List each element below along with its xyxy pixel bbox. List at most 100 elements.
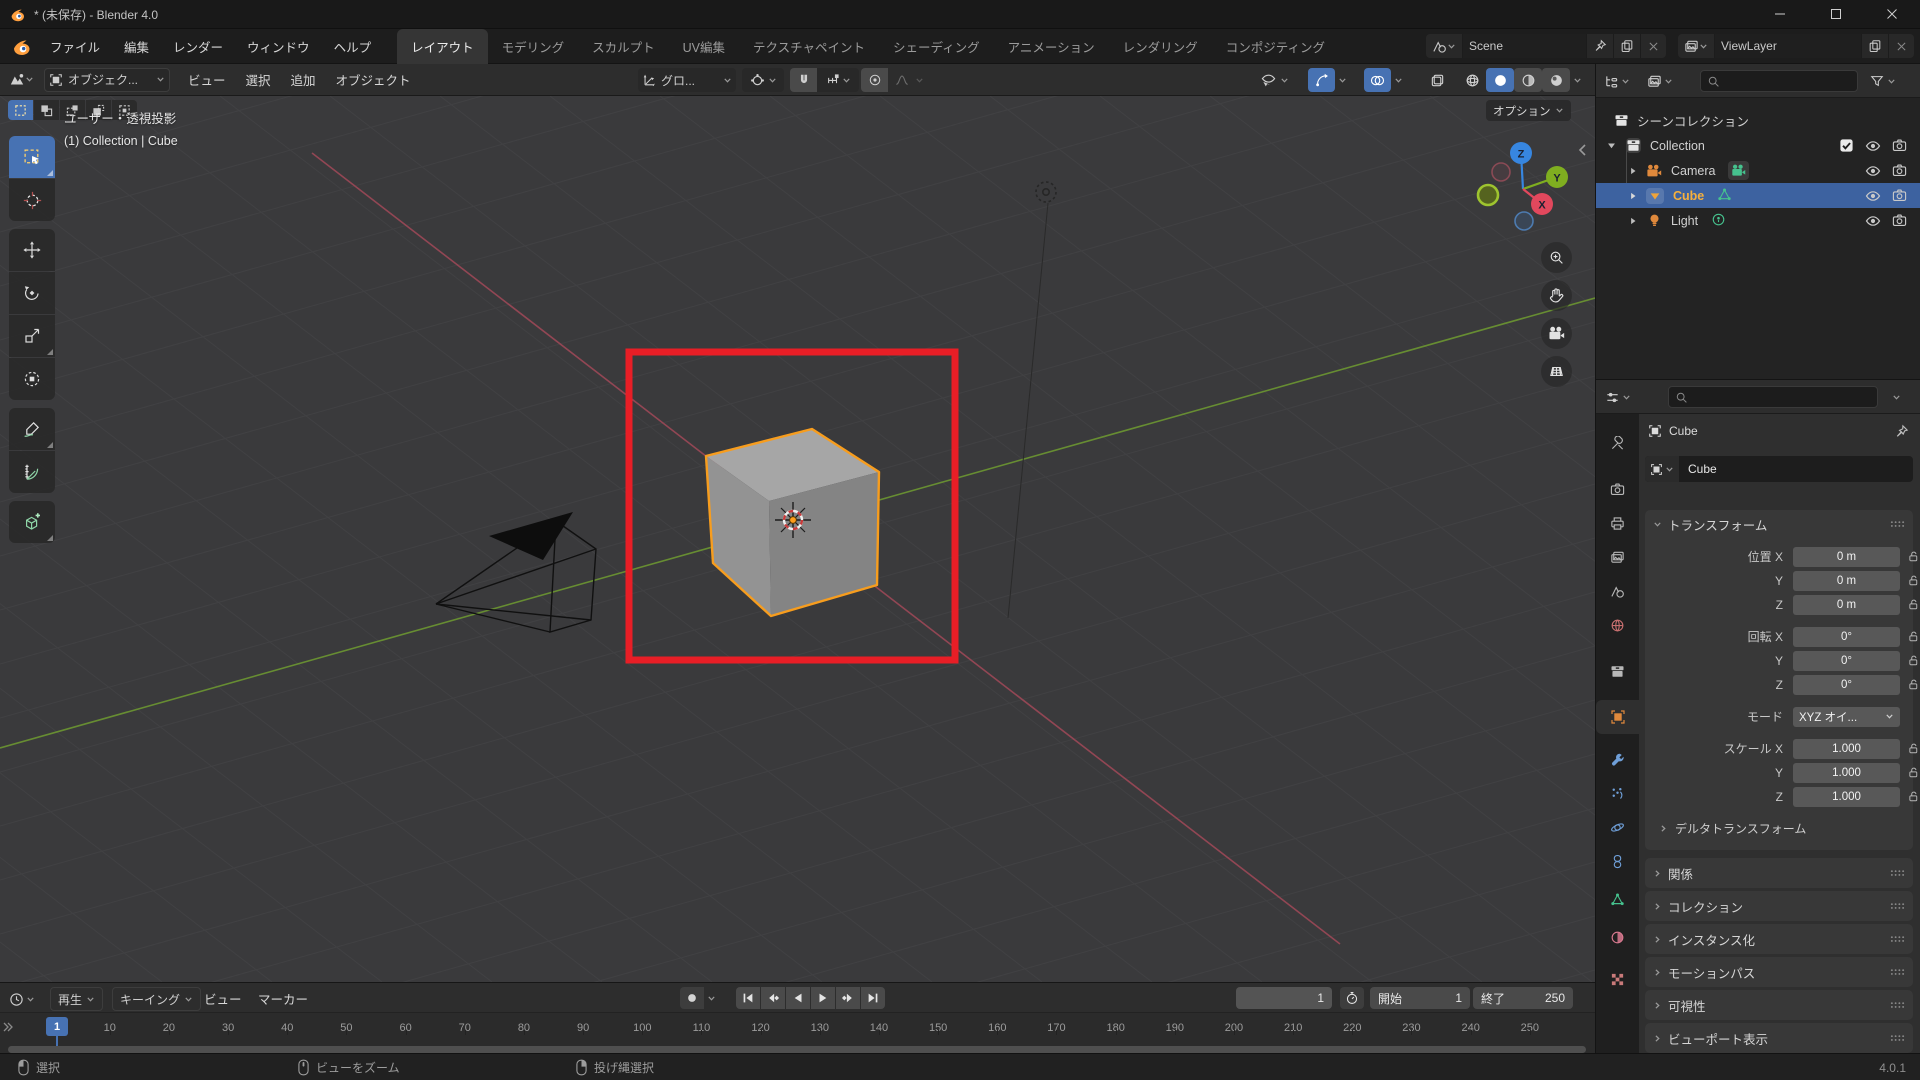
outliner-search-input[interactable] [1700,70,1858,92]
viewport-pan-button[interactable] [1541,280,1572,311]
ptab-world[interactable] [1596,608,1639,642]
shading-rendered-button[interactable] [1542,68,1570,92]
ptab-output[interactable] [1596,506,1639,540]
scene-copy-button[interactable] [1613,34,1640,58]
viewport-camera-view-button[interactable] [1541,318,1572,349]
light-data-badge[interactable] [1711,212,1726,230]
panel-instancing[interactable]: インスタンス化 [1645,924,1913,954]
ptab-physics[interactable] [1596,810,1639,844]
delta-transform-subpanel[interactable]: デルタトランスフォーム [1645,818,1913,839]
lock-icon[interactable] [1907,654,1920,667]
ptab-tool[interactable] [1596,426,1639,460]
lock-icon[interactable] [1907,574,1920,587]
grip-icon[interactable] [1890,934,1905,944]
tab-uv-editing[interactable]: UV編集 [669,29,739,64]
nav-axis-neg-y[interactable] [1476,183,1500,207]
tool-transform[interactable] [9,358,55,400]
tab-modeling[interactable]: モデリング [488,29,579,64]
menu-file[interactable]: ファイル [38,29,112,64]
snap-settings-dropdown[interactable] [817,68,859,92]
panel-relations[interactable]: 関係 [1645,858,1913,888]
transform-grip-icon[interactable] [1890,519,1905,529]
scene-name-field[interactable]: Scene [1462,34,1586,58]
nav-axis-neg-z[interactable] [1514,211,1534,231]
menu-object[interactable]: オブジェクト [326,64,421,96]
cube-hide-eye-icon[interactable] [1865,188,1881,204]
outliner-display-mode-dropdown[interactable] [1643,69,1677,93]
cube-expand-icon[interactable] [1628,191,1638,201]
tool-select-box[interactable] [9,136,55,178]
lock-icon[interactable] [1907,766,1920,779]
proportional-edit-toggle[interactable] [861,68,888,92]
shading-dropdown-icon[interactable] [1573,76,1582,85]
light-gizmo[interactable] [1035,181,1057,203]
viewport-perspective-toggle-button[interactable] [1541,356,1572,387]
tab-compositing[interactable]: コンポジティング [1212,29,1339,64]
outliner-row-camera[interactable]: Camera [1596,158,1920,183]
next-keyframe-button[interactable] [836,987,860,1009]
nav-axis-z[interactable]: Z [1510,142,1532,164]
panel-collections[interactable]: コレクション [1645,891,1913,921]
outliner-filter-dropdown[interactable] [1866,69,1900,93]
properties-search-input[interactable] [1668,386,1878,408]
scene-pin-button[interactable] [1586,34,1613,58]
grip-icon[interactable] [1890,901,1905,911]
editor-type-button-properties[interactable] [1601,385,1635,409]
grip-icon[interactable] [1890,1000,1905,1010]
scene-browse-button[interactable] [1426,34,1462,58]
light-hide-eye-icon[interactable] [1865,213,1881,229]
tool-rotate[interactable] [9,272,55,314]
rotation-y-field[interactable]: 0° [1793,650,1900,671]
timeline-ruler[interactable]: 10 20 30 40 50 60 70 80 90 100 110 120 130 140 150 160 1… [0,1013,1595,1045]
timeline-menu-playback[interactable]: 再生 [50,987,104,1011]
viewport-options-dropdown[interactable]: オプション [1486,100,1571,121]
shading-solid-button[interactable] [1486,68,1514,92]
tool-scale[interactable] [9,315,55,357]
camera-render-camera-icon[interactable] [1892,163,1907,178]
xray-toggle[interactable] [1424,68,1451,92]
proportional-falloff-button[interactable] [888,68,915,92]
nav-axis-neg-x[interactable] [1491,162,1511,182]
editor-type-button-3d-viewport[interactable] [5,68,38,92]
overlays-dropdown-icon[interactable] [1394,76,1403,85]
view-layer-name-field[interactable]: ViewLayer [1714,34,1861,58]
transform-orientation-dropdown[interactable]: グロ... [638,68,736,92]
properties-pin-icon[interactable] [1894,424,1909,439]
timeline-expand-arrow[interactable] [2,1021,14,1036]
object-visibility-dropdown[interactable] [1256,68,1293,92]
ptab-particles[interactable] [1596,776,1639,810]
ptab-texture[interactable] [1596,962,1639,996]
ptab-constraints[interactable] [1596,844,1639,878]
shading-material-preview-button[interactable] [1514,68,1542,92]
tab-layout[interactable]: レイアウト [397,28,488,64]
tab-shading[interactable]: シェーディング [879,29,994,64]
collection-render-camera-icon[interactable] [1892,138,1907,153]
menu-select[interactable]: 選択 [236,64,281,96]
ptab-collection[interactable] [1596,654,1639,688]
tool-annotate[interactable] [9,408,55,450]
tool-measure[interactable] [9,451,55,493]
playhead-badge[interactable]: 1 [46,1017,68,1036]
shading-wireframe-button[interactable] [1458,68,1486,92]
timeline-scrollbar[interactable] [8,1046,1586,1053]
camera-hide-eye-icon[interactable] [1865,163,1881,179]
ptab-object[interactable] [1596,700,1639,734]
transform-panel-header[interactable]: トランスフォーム [1645,510,1913,538]
ptab-object-data[interactable] [1596,882,1639,916]
object-name-browse-button[interactable] [1645,456,1679,482]
outliner-row-collection[interactable]: Collection [1596,133,1920,158]
collection-expand-icon[interactable] [1606,140,1617,151]
proportional-falloff-chevron-icon[interactable] [915,76,924,85]
auto-key-dropdown-icon[interactable] [707,994,716,1003]
previous-keyframe-button[interactable] [761,987,785,1009]
menu-window[interactable]: ウィンドウ [235,29,322,64]
select-mode-extend-button[interactable] [34,100,59,120]
menu-render[interactable]: レンダー [161,29,235,64]
lock-icon[interactable] [1907,598,1920,611]
outliner-row-light[interactable]: Light [1596,208,1920,233]
panel-motion-paths[interactable]: モーションパス [1645,957,1913,987]
collection-checkbox-icon[interactable] [1839,138,1854,153]
timeline-menu-keying[interactable]: キーイング [112,987,202,1011]
viewport-3d[interactable]: オプション ユーザー・透視投影 (1) Collection | Cube Z … [0,96,1595,982]
scale-x-field[interactable]: 1.000 [1793,738,1900,759]
